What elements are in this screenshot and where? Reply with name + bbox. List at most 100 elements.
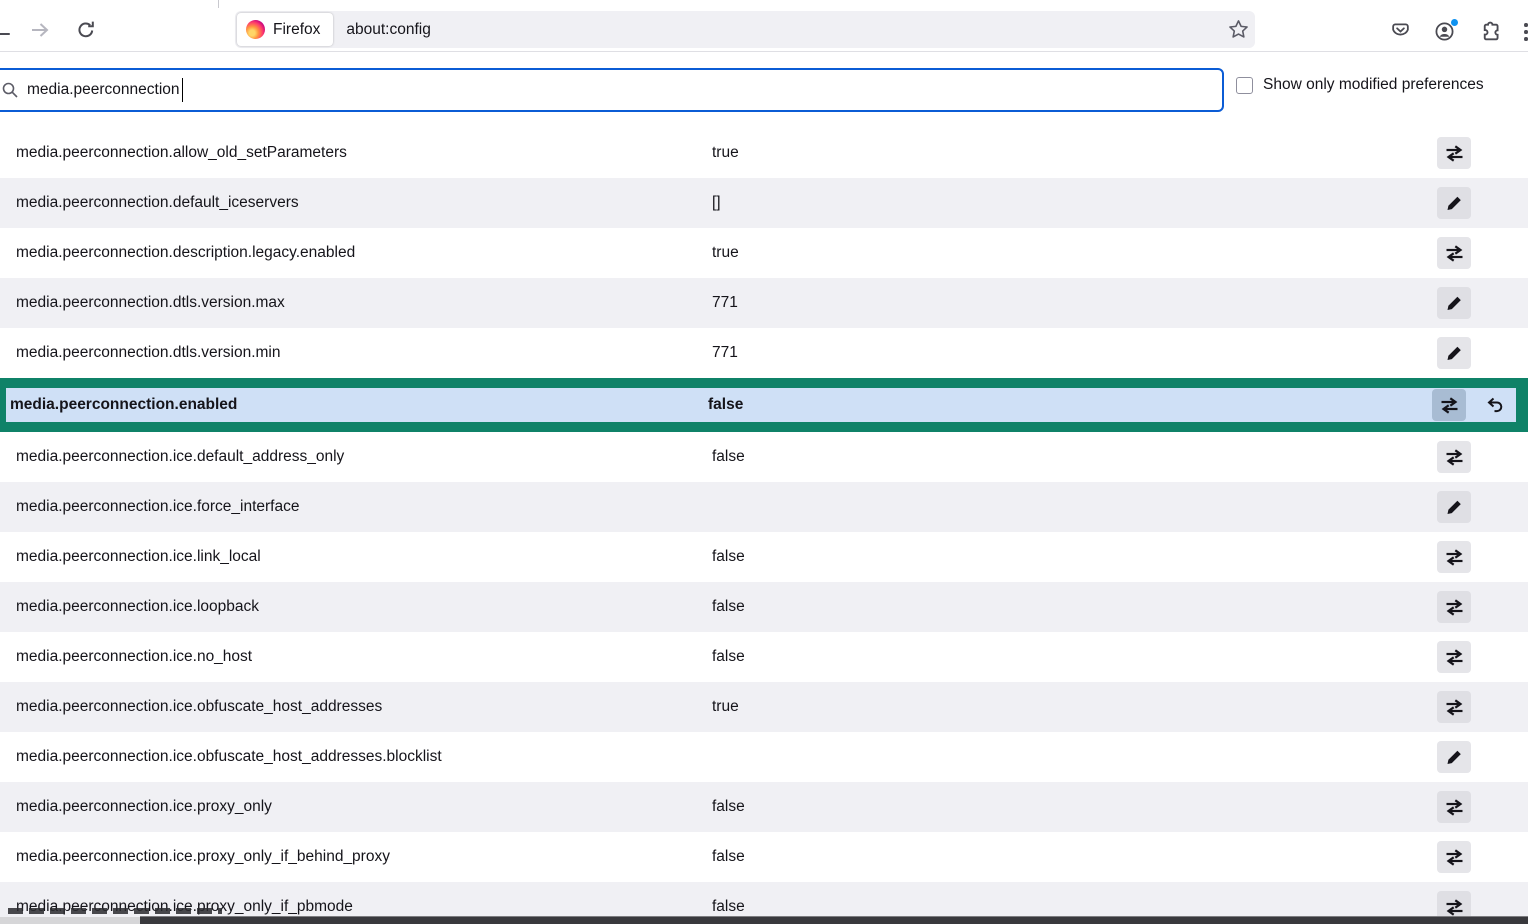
pref-row[interactable]: media.peerconnection.ice.default_address… [0,432,1528,482]
pref-row[interactable]: media.peerconnection.ice.proxy_only_if_b… [0,832,1528,882]
show-modified-label: Show only modified preferences [1263,76,1484,94]
pref-row[interactable]: media.peerconnection.ice.loopback false [0,582,1528,632]
pref-name: media.peerconnection.ice.proxy_only [0,798,712,816]
pref-value: false [712,798,1437,816]
pref-actions [1437,541,1528,573]
pref-actions [1437,641,1528,673]
edit-button[interactable] [1437,741,1471,773]
pref-name: media.peerconnection.description.legacy.… [0,244,712,262]
pref-row[interactable]: media.peerconnection.dtls.version.max 77… [0,278,1528,328]
pref-name: media.peerconnection.ice.obfuscate_host_… [0,698,712,716]
firefox-logo-icon [246,20,265,39]
pref-value: true [712,144,1437,162]
pref-value: false [712,448,1437,466]
pref-name: media.peerconnection.ice.proxy_only_if_b… [0,848,712,866]
pref-actions [1437,591,1528,623]
notification-dot [1450,18,1459,27]
pref-name: media.peerconnection.dtls.version.min [0,344,712,362]
edit-button[interactable] [1437,337,1471,369]
pref-value: true [712,698,1437,716]
config-search-row: media.peerconnection Show only modified … [0,52,1528,128]
pref-name: media.peerconnection.ice.default_address… [0,448,712,466]
edit-button[interactable] [1437,187,1471,219]
tab-separator [218,0,219,8]
pref-actions [1437,841,1528,873]
pref-value: false [708,396,1432,414]
identity-chip[interactable]: Firefox [237,13,333,46]
pref-name: media.peerconnection.ice.loopback [0,598,712,616]
pref-value: 771 [712,294,1437,312]
toggle-button[interactable] [1437,237,1471,269]
pref-value: false [712,548,1437,566]
toggle-button[interactable] [1437,791,1471,823]
pref-name: media.peerconnection.ice.obfuscate_host_… [0,748,712,766]
bookmark-star-icon[interactable] [1228,19,1249,40]
pref-actions [1437,137,1528,169]
pref-row[interactable]: media.peerconnection.default_iceservers … [0,178,1528,228]
pref-value: false [712,848,1437,866]
pref-row[interactable]: media.peerconnection.ice.force_interface [0,482,1528,532]
horizontal-scrollbar-thumb[interactable] [140,916,1528,924]
pref-actions [1437,791,1528,823]
pref-actions [1432,389,1516,421]
forward-icon[interactable] [30,20,50,40]
edit-button[interactable] [1437,491,1471,523]
pref-actions [1437,691,1528,723]
pref-actions [1437,491,1528,523]
menu-icon[interactable] [1524,23,1528,41]
pref-search-input[interactable]: media.peerconnection [0,68,1224,112]
pref-actions [1437,741,1528,773]
pref-row[interactable]: media.peerconnection.allow_old_setParame… [0,128,1528,178]
url-bar[interactable]: Firefox about:config [235,11,1255,48]
search-icon [2,82,19,99]
pref-name: media.peerconnection.enabled [6,396,708,414]
toggle-button[interactable] [1437,691,1471,723]
url-text[interactable]: about:config [346,21,430,39]
toggle-button[interactable] [1437,137,1471,169]
show-modified-checkbox[interactable] [1236,77,1253,94]
tab-strip [0,0,1528,8]
toggle-button[interactable] [1437,841,1471,873]
pref-name: media.peerconnection.ice.no_host [0,648,712,666]
toggle-button[interactable] [1432,389,1466,421]
browser-toolbar: Firefox about:config [0,8,1528,52]
pref-value: false [712,648,1437,666]
pref-value: false [712,898,1437,916]
show-modified-filter[interactable]: Show only modified preferences [1236,76,1528,94]
toggle-button[interactable] [1437,591,1471,623]
pref-name: media.peerconnection.default_iceservers [0,194,712,212]
pref-row-selected[interactable]: media.peerconnection.enabled false [0,378,1528,432]
toggle-button[interactable] [1437,441,1471,473]
pref-actions [1437,287,1528,319]
pocket-icon[interactable] [1390,21,1411,42]
reload-icon[interactable] [76,20,96,40]
pref-actions [1437,441,1528,473]
pref-actions [1437,187,1528,219]
back-icon[interactable] [0,33,10,35]
pref-row[interactable]: media.peerconnection.ice.obfuscate_host_… [0,732,1528,782]
edit-button[interactable] [1437,287,1471,319]
revert-button[interactable] [1478,389,1512,421]
text-caret [182,78,184,102]
pref-name: media.peerconnection.ice.force_interface [0,498,712,516]
pref-value: false [712,598,1437,616]
pref-row[interactable]: media.peerconnection.ice.no_host false [0,632,1528,682]
pref-name: media.peerconnection.allow_old_setParame… [0,144,712,162]
pref-name: media.peerconnection.dtls.version.max [0,294,712,312]
pref-actions [1437,337,1528,369]
search-query-text: media.peerconnection [27,81,180,99]
identity-chip-label: Firefox [273,21,320,39]
pref-row[interactable]: media.peerconnection.ice.link_local fals… [0,532,1528,582]
pref-name: media.peerconnection.ice.link_local [0,548,712,566]
pref-row[interactable]: media.peerconnection.description.legacy.… [0,228,1528,278]
pref-row[interactable]: media.peerconnection.ice.obfuscate_host_… [0,682,1528,732]
pref-row[interactable]: media.peerconnection.dtls.version.min 77… [0,328,1528,378]
toggle-button[interactable] [1437,641,1471,673]
pref-value: true [712,244,1437,262]
clipped-text-fragment [8,908,222,914]
extensions-puzzle-icon[interactable] [1481,21,1502,42]
toggle-button[interactable] [1437,541,1471,573]
pref-actions [1437,237,1528,269]
pref-row[interactable]: media.peerconnection.ice.proxy_only fals… [0,782,1528,832]
pref-value: 771 [712,344,1437,362]
